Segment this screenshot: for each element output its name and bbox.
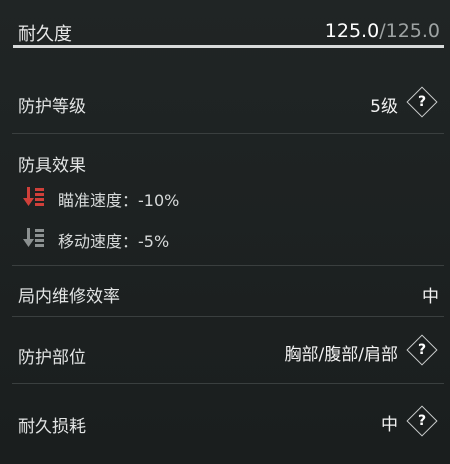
durability-current: 125.0 [324, 20, 380, 42]
aim-speed-effect: 瞄准速度：-10% [58, 191, 180, 210]
move-speed-effect: 移动速度：-5% [58, 232, 170, 251]
durability-bar-fill [13, 45, 444, 48]
divider [12, 383, 444, 384]
durability-section: 耐久度 125.0/125.0 [0, 0, 450, 48]
durability-label: 耐久度 [18, 24, 72, 45]
durability-loss-label: 耐久损耗 [18, 417, 86, 437]
protection-level-value: 5级 [370, 97, 398, 117]
durability-bar [13, 45, 444, 48]
protection-level-help-icon[interactable]: ? [406, 86, 438, 118]
repair-efficiency-value: 中 [422, 287, 439, 307]
durability-value: 125.0/125.0 [325, 20, 440, 42]
durability-loss-value: 中 [381, 415, 398, 435]
durability-max: /125.0 [379, 20, 440, 42]
divider [12, 133, 444, 134]
repair-efficiency-label: 局内维修效率 [18, 287, 120, 307]
armor-stats-panel: 耐久度 125.0/125.0 防护等级 5级 ? 防具效果 瞄准速度：-10%… [0, 0, 450, 464]
protection-area-label: 防护部位 [18, 348, 86, 368]
protection-area-help-icon[interactable]: ? [406, 334, 438, 366]
gray-decrease-icon [23, 228, 44, 247]
red-decrease-icon [23, 187, 44, 206]
divider [12, 265, 444, 266]
divider [12, 316, 444, 317]
protection-area-value: 胸部/腹部/肩部 [284, 345, 398, 365]
durability-loss-help-icon[interactable]: ? [406, 405, 438, 437]
armor-effects-label: 防具效果 [18, 156, 86, 176]
protection-level-label: 防护等级 [18, 97, 86, 117]
